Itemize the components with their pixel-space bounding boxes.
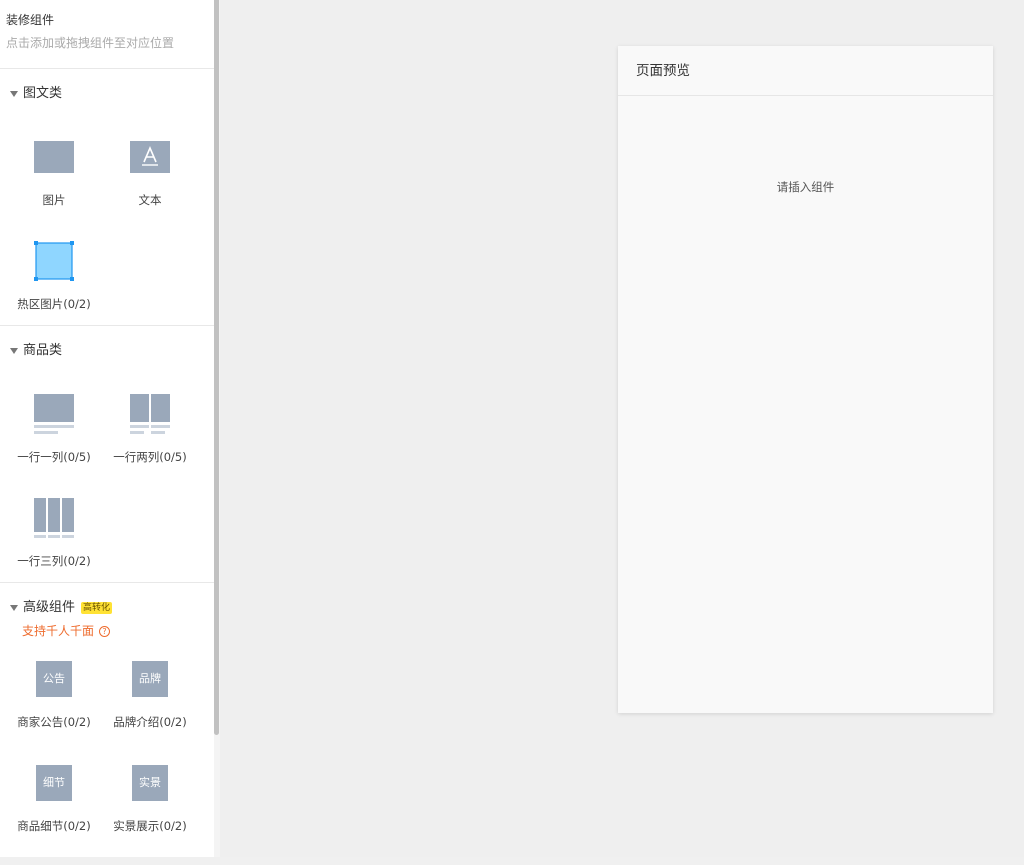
image-icon	[34, 141, 74, 177]
collapse-triangle-icon	[10, 605, 18, 611]
component-label: 一行三列(0/2)	[17, 554, 91, 568]
component-label: 实景展示(0/2)	[113, 819, 187, 833]
divider	[0, 582, 214, 583]
component-label: 商家公告(0/2)	[17, 715, 91, 729]
three-column-icon	[34, 498, 74, 542]
detail-icon: 细节	[36, 765, 72, 801]
scene-icon: 实景	[132, 765, 168, 801]
collapse-triangle-icon	[10, 91, 18, 97]
section-title: 高级组件	[23, 600, 76, 615]
hotspot-image-icon	[34, 241, 74, 285]
component-label: 热区图片(0/2)	[17, 297, 91, 311]
personalization-note: 支持千人千面 ?	[22, 623, 111, 639]
sidebar-subtitle: 点击添加或拖拽组件至对应位置	[6, 36, 175, 50]
empty-placeholder: 请插入组件	[776, 180, 835, 194]
text-icon	[130, 141, 170, 177]
component-label: 图片	[42, 193, 66, 207]
sidebar-header: 装修组件 点击添加或拖拽组件至对应位置	[6, 12, 174, 51]
collapse-triangle-icon	[10, 348, 18, 354]
page-preview-panel[interactable]: 页面预览 请插入组件	[618, 46, 993, 713]
section-title: 商品类	[23, 343, 63, 358]
one-column-icon	[34, 394, 74, 438]
component-label: 品牌介绍(0/2)	[113, 715, 187, 729]
section-title: 图文类	[23, 86, 63, 101]
divider	[0, 68, 214, 69]
section-toggle-graphic-text[interactable]: 图文类	[10, 85, 62, 103]
sidebar-title: 装修组件	[6, 13, 55, 27]
component-label: 文本	[138, 193, 162, 207]
section-toggle-advanced[interactable]: 高级组件 高转化	[10, 599, 113, 617]
brand-icon: 品牌	[132, 661, 168, 697]
component-label: 商品细节(0/2)	[17, 819, 91, 833]
preview-title: 页面预览	[618, 46, 993, 96]
section-toggle-product[interactable]: 商品类	[10, 342, 62, 360]
high-conversion-badge: 高转化	[81, 602, 113, 614]
personalization-note-text: 支持千人千面	[22, 624, 95, 638]
divider	[0, 325, 214, 326]
notice-icon: 公告	[36, 661, 72, 697]
horizontal-scroll-track	[0, 857, 1024, 865]
help-icon[interactable]: ?	[99, 625, 111, 637]
component-sidebar: 装修组件 点击添加或拖拽组件至对应位置 图文类 图片 文本 热区图片(0/2) …	[0, 0, 214, 857]
component-label: 一行一列(0/5)	[17, 450, 91, 464]
two-column-icon	[130, 394, 170, 438]
sidebar-scrollbar[interactable]	[214, 0, 219, 735]
component-label: 一行两列(0/5)	[113, 450, 187, 464]
